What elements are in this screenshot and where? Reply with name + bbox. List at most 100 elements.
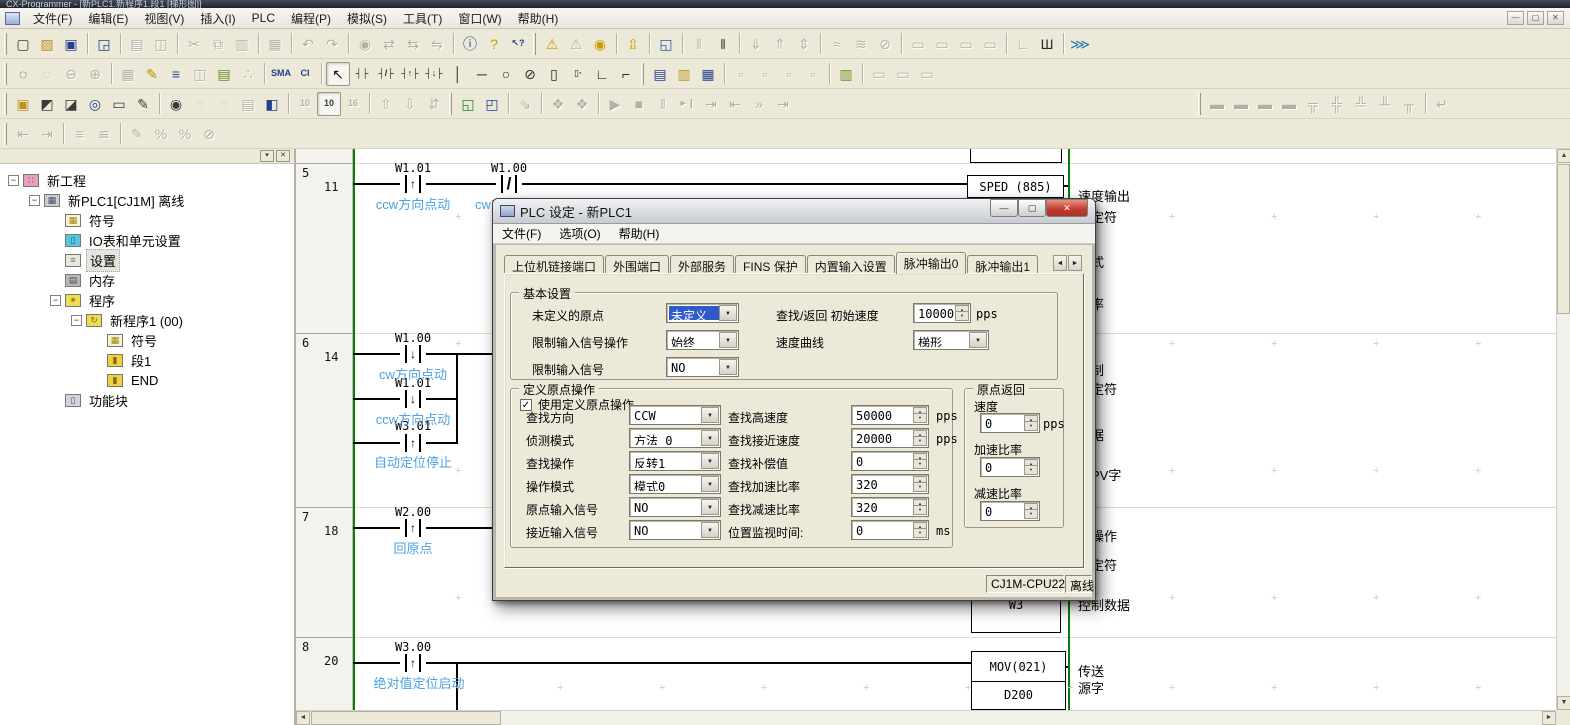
origin-op-value-input[interactable]: 20000 [851, 428, 929, 448]
tree-item[interactable]: −✶程序 [6, 290, 294, 310]
watch-window-icon[interactable]: ◩ [35, 92, 59, 116]
instruction-operand-icon[interactable]: ▯· [566, 62, 590, 86]
contact-down[interactable] [400, 345, 426, 363]
transfer-warning-icon[interactable]: ⇫ [621, 32, 645, 56]
tab-settings-1[interactable]: 外围端口 [605, 255, 669, 274]
new-contact-up-icon[interactable]: ┤↑├ [398, 62, 422, 86]
rung-annotation-list-icon[interactable]: ≡ [164, 62, 188, 86]
contact-nc[interactable] [496, 175, 522, 193]
scroll-left-icon[interactable]: ◄ [296, 711, 310, 725]
menu-insert[interactable]: 插入(I) [192, 8, 243, 29]
device-report-icon[interactable]: ◲ [92, 32, 116, 56]
minimize-icon[interactable]: — [1507, 11, 1524, 25]
dialog-title-bar[interactable]: PLC 设定 - 新PLC1 — ▢ ✕ [493, 199, 1095, 224]
origin-op-value-input[interactable]: 320 [851, 474, 929, 494]
close-icon[interactable]: ✕ [1547, 11, 1564, 25]
tab-settings-2[interactable]: 外部服务 [670, 255, 734, 274]
program-protect-icon[interactable]: ▦ [696, 62, 720, 86]
memory-view-icon[interactable]: ▭ [107, 92, 131, 116]
menu-help[interactable]: 帮助(H) [510, 8, 567, 29]
contact-up[interactable] [400, 519, 426, 537]
tab-scroll-right-icon[interactable]: ► [1068, 255, 1082, 271]
cross-reference-icon[interactable]: ◪ [59, 92, 83, 116]
panel-close-icon[interactable]: ✕ [276, 150, 290, 162]
return-decel-input[interactable]: 0 [980, 501, 1040, 521]
new-horizontal-icon[interactable]: ─ [470, 62, 494, 86]
menu-edit[interactable]: 编辑(E) [80, 8, 136, 29]
origin-op-select[interactable]: 方法 0 [629, 428, 721, 448]
rung-manager-icon[interactable]: ▥ [834, 62, 858, 86]
simulator-window-icon[interactable]: ◰ [480, 92, 504, 116]
panel-dropdown-icon[interactable]: ▾ [260, 150, 274, 162]
tab-settings-4[interactable]: 内置输入设置 [807, 255, 895, 274]
limit-input-signal-select[interactable]: NO [666, 357, 739, 377]
new-contact-nc-icon[interactable]: ┤/├ [374, 62, 398, 86]
scroll-right-icon[interactable]: ► [1542, 711, 1556, 725]
about-icon[interactable]: ⓘ [458, 32, 482, 56]
instruction-block-mov[interactable]: MOV(021) D200 [971, 651, 1066, 710]
comment-editor-icon[interactable]: ✎ [131, 92, 155, 116]
tab-pulse-output-0[interactable]: 脉冲输出0 [896, 252, 967, 274]
invert-instruction-icon[interactable]: ⌐ [614, 62, 638, 86]
speed-curve-select[interactable]: 梯形 [913, 330, 989, 350]
menu-plc[interactable]: PLC [244, 9, 283, 27]
menu-program[interactable]: 编程(P) [283, 8, 339, 29]
origin-op-select[interactable]: NO [629, 520, 721, 540]
horizontal-scrollbar[interactable]: ◄ ► [296, 710, 1556, 725]
dialog-minimize-icon[interactable]: — [990, 199, 1018, 217]
find-binary-icon[interactable]: ◉ [164, 92, 188, 116]
tree-expand-icon[interactable]: − [50, 295, 61, 306]
tree-item[interactable]: −∷新工程 [6, 170, 294, 190]
selection-mode-icon[interactable]: ↖ [326, 62, 350, 86]
tree-item[interactable]: ▯功能块 [6, 390, 294, 410]
new-branch-icon[interactable]: ∟ [590, 62, 614, 86]
properties-icon[interactable]: ◧ [260, 92, 284, 116]
dialog-close-icon[interactable]: ✕ [1046, 199, 1088, 217]
dialog-restore-icon[interactable]: ▢ [1018, 199, 1046, 217]
menu-simulation[interactable]: 模拟(S) [339, 8, 395, 29]
tree-item[interactable]: −▦新PLC1[CJ1M] 离线 [6, 190, 294, 210]
restore-icon[interactable]: ▢ [1527, 11, 1544, 25]
return-accel-input[interactable]: 0 [980, 457, 1040, 477]
new-coil-nc-icon[interactable]: ⊘ [518, 62, 542, 86]
symbol-table-icon[interactable]: SMA [269, 62, 293, 86]
show-sections-icon[interactable]: ▤ [212, 62, 236, 86]
tab-settings-0[interactable]: 上位机链接端口 [504, 255, 604, 274]
help-icon[interactable]: ? [482, 32, 506, 56]
program-compare-icon[interactable]: ▥ [672, 62, 696, 86]
new-vertical-icon[interactable]: │ [446, 62, 470, 86]
new-file-icon[interactable]: ▢ [11, 32, 35, 56]
context-help-icon[interactable]: ↖? [506, 32, 530, 56]
compile-icon[interactable]: ⚠ [540, 32, 564, 56]
differential-monitor-icon[interactable]: ⋙ [1068, 32, 1092, 56]
origin-op-value-input[interactable]: 50000 [851, 405, 929, 425]
dialog-menu-help[interactable]: 帮助(H) [610, 223, 669, 244]
menu-view[interactable]: 视图(V) [136, 8, 192, 29]
menu-window[interactable]: 窗口(W) [450, 8, 509, 29]
scroll-thumb[interactable] [311, 711, 501, 725]
tree-item[interactable]: ▦符号 [6, 330, 294, 350]
find-warning-icon[interactable]: ◉ [588, 32, 612, 56]
tab-scroll-left-icon[interactable]: ◄ [1053, 255, 1067, 271]
new-contact-icon[interactable]: ┤├ [350, 62, 374, 86]
online-warning-icon[interactable]: ◱ [654, 32, 678, 56]
tree-item[interactable]: ≡设置 [6, 250, 294, 270]
tree-expand-icon[interactable]: − [8, 175, 19, 186]
scroll-up-icon[interactable]: ▲ [1557, 149, 1570, 163]
io-comment-icon[interactable]: CI [293, 62, 317, 86]
time-chart-monitor-icon[interactable]: Ш [1035, 32, 1059, 56]
child-window-icon[interactable] [5, 12, 20, 25]
tree-item[interactable]: ▮END [6, 370, 294, 390]
menu-file[interactable]: 文件(F) [25, 8, 80, 29]
save-icon[interactable]: ▣ [59, 32, 83, 56]
show-comments-icon[interactable]: ✎ [140, 62, 164, 86]
origin-op-value-input[interactable]: 0 [851, 451, 929, 471]
scroll-down-icon[interactable]: ▼ [1557, 696, 1570, 710]
initial-speed-input[interactable]: 10000 [913, 303, 971, 323]
output-window-icon[interactable]: ▣ [11, 92, 35, 116]
origin-op-value-input[interactable]: 320 [851, 497, 929, 517]
display-signed-decimal-icon[interactable]: 10 [317, 92, 341, 116]
program-check-icon[interactable]: ▤ [648, 62, 672, 86]
scroll-thumb[interactable] [1557, 164, 1570, 314]
tree-item[interactable]: ▮段1 [6, 350, 294, 370]
